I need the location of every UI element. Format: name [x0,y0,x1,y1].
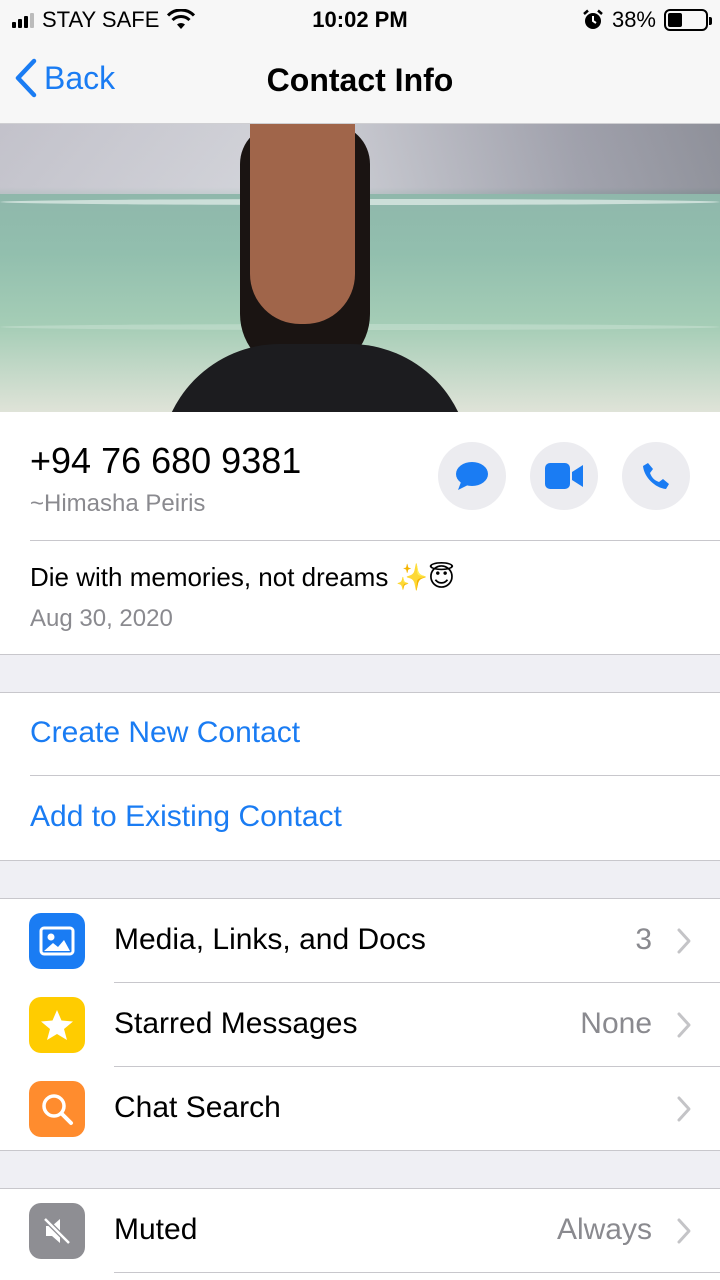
media-links-docs-row[interactable]: Media, Links, and Docs 3 [0,899,720,983]
media-icon [29,913,85,969]
status-bar: STAY SAFE 10:02 PM 38% [0,0,720,40]
menu-label: Muted [114,1213,198,1246]
mute-icon [29,1203,85,1259]
create-new-contact-button[interactable]: Create New Contact [30,716,300,750]
video-call-button[interactable] [530,442,598,510]
navigation-bar: Back Contact Info [0,40,720,124]
photo-person-face [250,124,355,324]
battery-percent: 38% [611,7,656,32]
battery-icon [664,9,712,31]
chevron-right-icon [677,1218,691,1244]
divider [114,1272,720,1273]
chevron-right-icon [677,1096,691,1122]
signal-icon [12,12,34,28]
alarm-icon [583,9,603,29]
notification-section: Muted Always [0,1189,720,1280]
menu-label: Chat Search [114,1091,281,1124]
about-status: Die with memories, not dreams ✨😇 [30,562,456,592]
chevron-right-icon [677,928,691,954]
menu-label: Starred Messages [114,1007,358,1040]
menu-value: 3 [635,923,652,956]
search-icon [29,1081,85,1137]
video-call-icon [545,463,583,489]
voice-call-button[interactable] [622,442,690,510]
chevron-right-icon [677,1012,691,1038]
menu-label: Media, Links, and Docs [114,923,426,956]
carrier-label: STAY SAFE [42,7,160,32]
voice-call-icon [643,463,669,489]
section-border [0,860,720,861]
about-date: Aug 30, 2020 [30,605,173,632]
photo-person-body [160,344,470,412]
message-icon [456,462,488,490]
chat-search-row[interactable]: Chat Search [0,1067,720,1151]
divider [30,775,720,776]
chat-menu-section: Media, Links, and Docs 3 Starred Message… [0,899,720,1150]
wifi-icon [167,9,196,29]
menu-value: None [580,1007,652,1040]
add-to-existing-contact-button[interactable]: Add to Existing Contact [30,800,342,834]
section-border [0,1150,720,1151]
profile-photo[interactable] [0,124,720,412]
page-title: Contact Info [266,62,454,98]
battery-fill [668,13,682,27]
phone-number[interactable]: +94 76 680 9381 [30,440,301,482]
status-right: 38% [582,7,712,33]
divider [30,540,720,541]
menu-value: Always [556,1213,652,1246]
profile-info-section: +94 76 680 9381 ~Himasha Peiris Die with… [0,412,720,654]
contact-actions-section: Create New Contact Add to Existing Conta… [0,693,720,860]
message-button[interactable] [438,442,506,510]
starred-messages-row[interactable]: Starred Messages None [0,983,720,1067]
star-icon [29,997,85,1053]
muted-row[interactable]: Muted Always [0,1189,720,1273]
profile-name: ~Himasha Peiris [30,490,206,517]
status-left: STAY SAFE [12,7,196,33]
section-border [0,654,720,655]
